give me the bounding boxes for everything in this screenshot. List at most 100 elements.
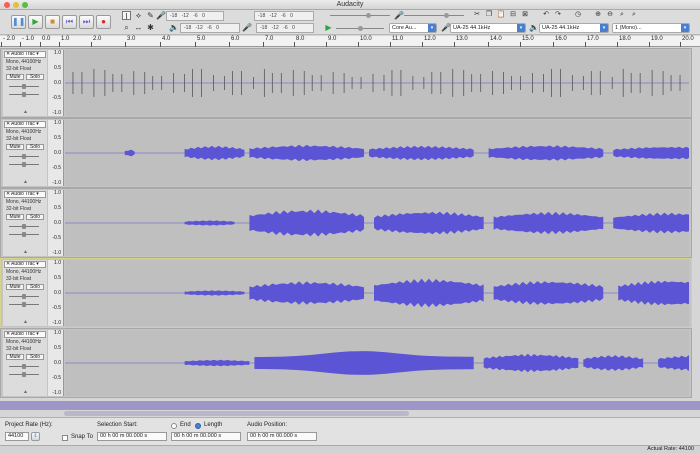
close-track-icon[interactable]: ✕	[6, 332, 10, 337]
selection-start-field[interactable]: 00 h 00 m 00.000 s	[97, 432, 167, 441]
close-track-icon[interactable]: ✕	[6, 192, 10, 197]
vertical-scale[interactable]: 1.0 0.5 0.0 -0.5 -1.0	[48, 260, 64, 326]
draw-tool-icon[interactable]: ✎	[146, 11, 155, 20]
stop-button[interactable]: ■	[45, 15, 60, 29]
zoom-tool-icon[interactable]: ⌕	[122, 23, 131, 32]
project-rate-field[interactable]: 44100	[5, 432, 29, 441]
pan-slider[interactable]	[9, 372, 39, 377]
chevron-down-icon: ▾	[428, 24, 436, 32]
vertical-scale[interactable]: 1.0 0.5 0.0 -0.5 -1.0	[48, 190, 64, 256]
solo-button[interactable]: Solo	[26, 144, 44, 150]
audio-host-dropdown[interactable]: Core Au... ▾	[389, 23, 437, 33]
waveform[interactable]	[65, 190, 689, 256]
track-name-dropdown[interactable]: ✕ Audio Trac ▾	[4, 331, 46, 338]
output-device-dropdown[interactable]: UA-25 44.1kHz ▾	[539, 23, 609, 33]
waveform[interactable]	[65, 50, 689, 116]
pause-button[interactable]: ❚❚	[11, 15, 26, 29]
waveform[interactable]	[65, 330, 689, 396]
scale-label: 1.0	[54, 50, 61, 56]
close-track-icon[interactable]: ✕	[6, 122, 10, 127]
track-name-dropdown[interactable]: ✕ Audio Trac ▾	[4, 191, 46, 198]
track-name-dropdown[interactable]: ✕ Audio Trac ▾	[4, 121, 46, 128]
fit-selection-icon[interactable]: ⌕	[617, 10, 627, 20]
pan-slider[interactable]	[9, 232, 39, 237]
gain-slider[interactable]	[9, 294, 39, 299]
collapse-track-icon[interactable]: ▲	[23, 179, 28, 185]
collapse-track-icon[interactable]: ▲	[23, 249, 28, 255]
play-at-speed-icon[interactable]: ▶	[324, 23, 333, 32]
audio-track[interactable]: ✕ Audio Trac ▾ Mono, 44100Hz 32-bit Float Mu…	[0, 48, 692, 118]
vertical-scale[interactable]: 1.0 0.5 0.0 -0.5 -1.0	[48, 330, 64, 396]
playback-meter[interactable]: -18 -12 -6 0	[254, 11, 314, 21]
copy-icon[interactable]: ❐	[484, 10, 494, 20]
vertical-scale[interactable]: 1.0 0.5 0.0 -0.5 -1.0	[48, 120, 64, 186]
length-radio[interactable]	[195, 423, 201, 429]
mute-button[interactable]: Mute	[6, 354, 24, 360]
fit-project-icon[interactable]: ⌕	[629, 10, 639, 20]
playback-meter-right[interactable]: -18 -12 -6 0	[256, 23, 314, 33]
input-device-dropdown[interactable]: UA-25 44.1kHz ▾	[450, 23, 526, 33]
timeline-ruler[interactable]: - 2.0 - 1.0 0.0 1.0 2.0 3.0 4.0 5.0 6.0 7.0 8.0 9.0…	[0, 36, 700, 47]
track-name-dropdown[interactable]: ✕ Audio Trac ▾	[4, 51, 46, 58]
trim-icon[interactable]: ⊟	[508, 10, 518, 20]
sync-lock-icon[interactable]: ◷	[573, 10, 583, 20]
selection-tool-icon[interactable]: I	[122, 11, 131, 21]
solo-button[interactable]: Solo	[26, 214, 44, 220]
mute-button[interactable]: Mute	[6, 284, 24, 290]
record-meter[interactable]: -18 -12 -6 0	[166, 11, 224, 21]
length-field[interactable]: 00 h 00 m 00.000 s	[171, 432, 241, 441]
track-name-dropdown[interactable]: ✕ Audio Trac ▾	[4, 261, 46, 268]
close-track-icon[interactable]: ✕	[6, 52, 10, 57]
audio-track[interactable]: ✕ Audio Trac ▾ Mono, 44100Hz 32-bit Float Mu…	[0, 188, 692, 258]
collapse-track-icon[interactable]: ▲	[23, 319, 28, 325]
actual-rate-status: Actual Rate: 44100	[647, 446, 694, 452]
gain-slider[interactable]	[9, 224, 39, 229]
multi-tool-icon[interactable]: ✱	[146, 23, 155, 32]
solo-button[interactable]: Solo	[26, 284, 44, 290]
waveform[interactable]	[65, 260, 689, 326]
audio-track[interactable]: ✕ Audio Trac ▾ Mono, 44100Hz 32-bit Float Mu…	[0, 328, 692, 398]
record-button[interactable]: ●	[96, 15, 111, 29]
cut-icon[interactable]: ✂	[472, 10, 482, 20]
audio-track[interactable]: ✕ Audio Trac ▾ Mono, 44100Hz 32-bit Float Mu…	[0, 118, 692, 188]
close-track-icon[interactable]: ✕	[6, 262, 10, 267]
time-shift-tool-icon[interactable]: ↔	[134, 23, 143, 32]
play-speed-slider[interactable]	[336, 26, 384, 31]
collapse-track-icon[interactable]: ▲	[23, 389, 28, 395]
solo-button[interactable]: Solo	[26, 354, 44, 360]
silence-icon[interactable]: ⊠	[520, 10, 530, 20]
mute-button[interactable]: Mute	[6, 144, 24, 150]
vertical-scale[interactable]: 1.0 0.5 0.0 -0.5 -1.0	[48, 50, 64, 116]
selection-toolbar: Project Rate (Hz): 44100 ⇕ Snap To Selec…	[0, 417, 700, 445]
gain-slider[interactable]	[9, 154, 39, 159]
paste-icon[interactable]: 📋	[496, 10, 506, 20]
end-radio[interactable]	[171, 423, 177, 429]
output-volume-slider[interactable]	[330, 13, 390, 18]
play-button[interactable]: ▶	[28, 15, 43, 29]
horizontal-scrollbar[interactable]	[64, 411, 409, 416]
gain-slider[interactable]	[9, 84, 39, 89]
pan-slider[interactable]	[9, 162, 39, 167]
envelope-tool-icon[interactable]: ⟡	[134, 11, 143, 20]
zoom-out-icon[interactable]: ⊖	[605, 10, 615, 20]
audio-position-field[interactable]: 00 h 00 m 00.000 s	[247, 432, 317, 441]
pan-slider[interactable]	[9, 302, 39, 307]
undo-icon[interactable]: ↶	[541, 10, 551, 20]
project-rate-stepper-icon[interactable]: ⇕	[31, 432, 40, 441]
audio-track[interactable]: ✕ Audio Trac ▾ Mono, 44100Hz 32-bit Float Mu…	[0, 258, 692, 328]
gain-slider[interactable]	[9, 364, 39, 369]
input-volume-slider[interactable]	[404, 13, 464, 18]
mute-button[interactable]: Mute	[6, 74, 24, 80]
zoom-in-icon[interactable]: ⊕	[593, 10, 603, 20]
snap-to-checkbox[interactable]	[62, 435, 68, 441]
skip-to-start-button[interactable]: ⏮	[62, 15, 77, 29]
redo-icon[interactable]: ↷	[553, 10, 563, 20]
waveform[interactable]	[65, 120, 689, 186]
playback-meter-left[interactable]: -18 -12 -6 0	[180, 23, 240, 33]
collapse-track-icon[interactable]: ▲	[23, 109, 28, 115]
skip-to-end-button[interactable]: ⏭	[79, 15, 94, 29]
mute-button[interactable]: Mute	[6, 214, 24, 220]
pan-slider[interactable]	[9, 92, 39, 97]
solo-button[interactable]: Solo	[26, 74, 44, 80]
input-channels-dropdown[interactable]: 1 (Mono)... ▾	[612, 23, 690, 33]
